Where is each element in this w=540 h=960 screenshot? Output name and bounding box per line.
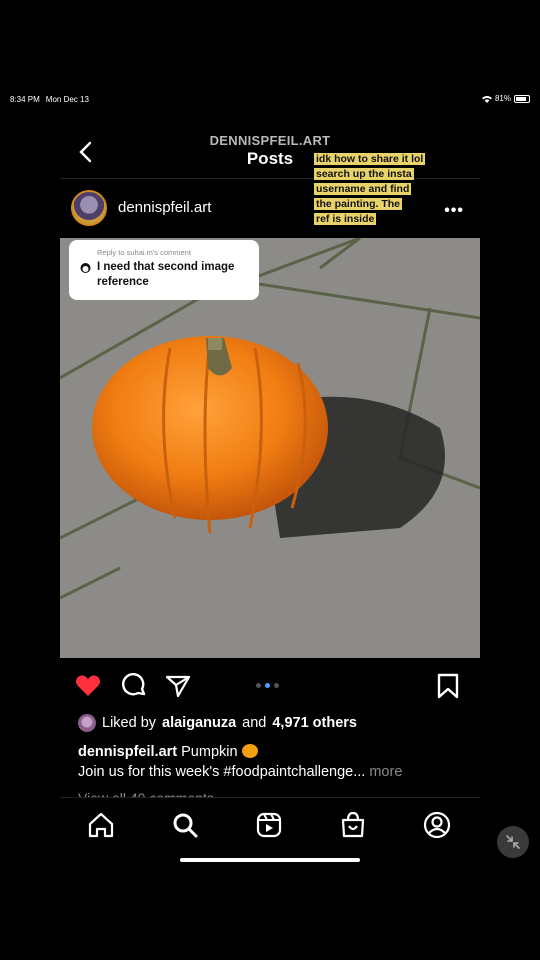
tab-divider: [60, 797, 480, 798]
battery-icon: [514, 94, 530, 103]
caption-username[interactable]: dennispfeil.art: [78, 744, 177, 760]
overlay-line: ref is inside: [314, 213, 377, 225]
avatar[interactable]: [71, 190, 107, 226]
minimize-icon: [506, 835, 520, 849]
instagram-post-view: DENNISPFEIL.ART Posts dennispfeil.art ••…: [60, 130, 480, 870]
heart-icon[interactable]: [74, 672, 102, 700]
share-icon[interactable]: [164, 672, 192, 700]
carousel-dot: [274, 683, 279, 688]
overlay-caption: idk how to share it lol search up the in…: [314, 152, 438, 227]
minimize-button[interactable]: [497, 826, 529, 858]
tab-bar: [60, 810, 480, 840]
header-account: DENNISPFEIL.ART: [209, 133, 331, 148]
shop-icon[interactable]: [338, 810, 368, 840]
comment-icon[interactable]: [120, 672, 148, 700]
caption-body: Join us for this week's #foodpaintchalle…: [78, 764, 366, 780]
overlay-line: username and find: [314, 183, 412, 195]
bookmark-icon[interactable]: [434, 672, 462, 700]
post-photo[interactable]: Reply to suhai.m's comment I need that s…: [60, 238, 480, 658]
carousel-indicator: [256, 683, 279, 688]
likes-prefix: Liked by: [102, 715, 157, 731]
battery-percent: 81%: [494, 94, 511, 103]
profile-icon[interactable]: [422, 810, 452, 840]
commenter-avatar-icon: [80, 263, 91, 273]
pumpkin-image: [60, 238, 480, 658]
action-bar: [60, 670, 480, 702]
post-username[interactable]: dennispfeil.art: [118, 199, 211, 216]
likes-middle: and: [242, 715, 267, 731]
pumpkin-emoji-icon: [241, 744, 258, 758]
reply-comment-bubble: Reply to suhai.m's comment I need that s…: [69, 240, 259, 300]
status-date: Mon Dec 13: [45, 95, 89, 104]
reply-label: Reply to suhai.m's comment: [97, 248, 191, 257]
carousel-dot: [256, 683, 261, 688]
carousel-dot-active: [265, 683, 270, 688]
caption-title: Pumpkin: [181, 744, 238, 760]
wifi-icon: [481, 95, 492, 103]
status-time: 8:34 PM: [10, 95, 40, 104]
reply-text: I need that second image reference: [97, 261, 235, 288]
liker-avatar: [78, 714, 96, 732]
overlay-line: search up the insta: [314, 168, 414, 180]
likes-others[interactable]: 4,971 others: [272, 715, 357, 731]
post-caption: dennispfeil.art Pumpkin Join us for this…: [78, 742, 473, 782]
status-bar: 8:34 PM Mon Dec 13 81%: [0, 92, 540, 108]
overlay-line: the painting. The: [314, 198, 402, 210]
likes-user[interactable]: alaiganuza: [162, 715, 236, 731]
likes-row[interactable]: Liked by alaiganuza and 4,971 others: [78, 714, 357, 732]
more-icon[interactable]: •••: [444, 202, 464, 220]
search-icon[interactable]: [170, 810, 200, 840]
caption-more-link[interactable]: more: [369, 764, 402, 780]
overlay-line: idk how to share it lol: [314, 153, 426, 165]
reels-icon[interactable]: [254, 810, 284, 840]
home-indicator[interactable]: [180, 858, 360, 862]
home-icon[interactable]: [86, 810, 116, 840]
